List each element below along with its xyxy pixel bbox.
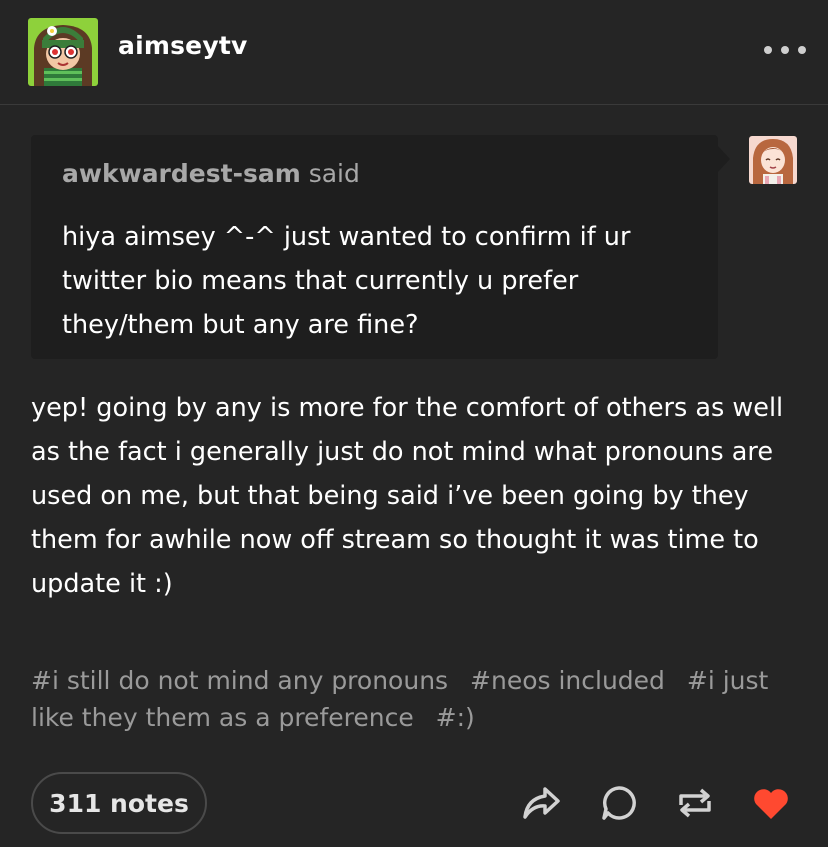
ask-box: awkwardest-sam said hiya aimsey ^-^ just… bbox=[31, 135, 718, 359]
tag[interactable]: #:) bbox=[436, 703, 475, 732]
post-header: aimseytv bbox=[0, 0, 828, 105]
reply-icon[interactable] bbox=[598, 783, 640, 823]
blog-name[interactable]: aimseytv bbox=[118, 31, 247, 60]
reblog-icon[interactable] bbox=[674, 783, 716, 823]
blog-avatar[interactable] bbox=[28, 18, 98, 86]
tag[interactable]: #i still do not mind any pronouns bbox=[31, 666, 448, 695]
said-label: said bbox=[308, 159, 360, 188]
share-icon[interactable] bbox=[520, 783, 562, 823]
post-answer: yep! going by any is more for the comfor… bbox=[31, 393, 784, 599]
tag[interactable]: #neos included bbox=[470, 666, 665, 695]
ask-question: hiya aimsey ^-^ just wanted to confirm i… bbox=[62, 222, 631, 340]
post-tags: #i still do not mind any pronouns #neos … bbox=[31, 662, 791, 736]
heart-icon[interactable] bbox=[750, 783, 792, 823]
notes-button[interactable]: 311 notes bbox=[31, 772, 207, 834]
asker-avatar[interactable] bbox=[749, 136, 797, 184]
ask-pointer bbox=[718, 146, 730, 172]
more-options-icon[interactable] bbox=[764, 38, 806, 62]
asker-name[interactable]: awkwardest-sam bbox=[62, 159, 301, 188]
ask-attribution: awkwardest-sam said bbox=[62, 159, 360, 188]
